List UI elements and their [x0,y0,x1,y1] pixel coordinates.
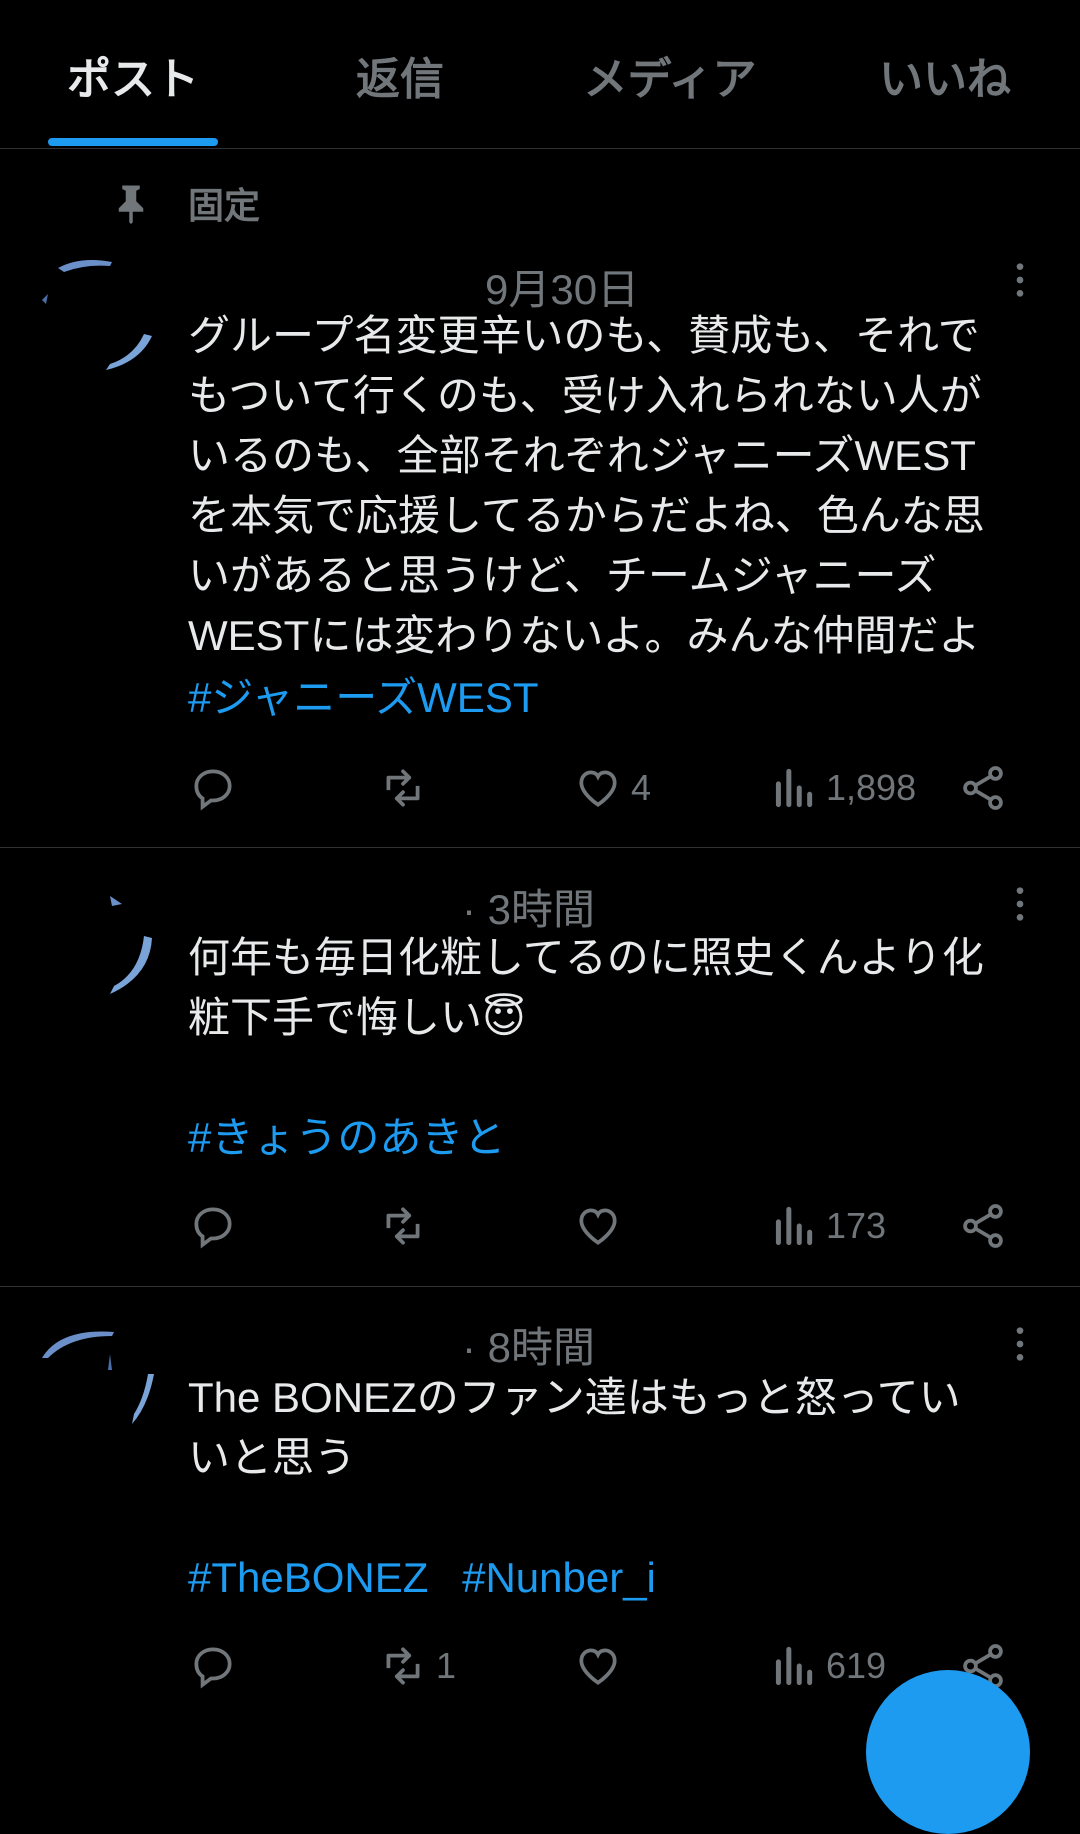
tab-posts[interactable]: ポスト [48,50,218,110]
pin-icon [118,185,144,224]
more-icon[interactable] [1000,884,1040,924]
post-time: · 8時間 [462,1324,596,1371]
pinned-label: 固定 [188,185,261,226]
views-button[interactable]: 173 [768,1196,886,1256]
views-icon [775,1206,813,1246]
share-button[interactable] [958,758,1008,818]
hashtag-link[interactable]: #Nunber_i [462,1554,656,1601]
repost-icon [386,769,420,807]
post-3[interactable]: · 8時間 The BONEZのファン達はもっと怒ってい いと思う #TheBO… [0,1300,1080,1730]
repost-icon [386,1647,420,1685]
repost-button[interactable] [378,1196,436,1256]
post-text: 何年も毎日化粧してるのに照史くんより化 粧下手で悔しい😇 [188,934,984,1041]
repost-button[interactable] [378,758,436,818]
post-hashtags: #ジャニーズWEST [188,668,560,728]
divider [0,847,1080,848]
post-hashtags: #TheBONEZ #Nunber_i [188,1548,678,1608]
tab-likes[interactable]: いいね [840,50,1050,110]
post-1[interactable]: 9月30日 グループ名変更辛いのも、賛成も、それで もついて行くのも、受け入れら… [0,240,1080,846]
post-hashtags: #きょうのあきと [188,1108,527,1168]
post-text: The BONEZのファン達はもっと怒ってい いと思う [188,1374,961,1481]
heart-icon [579,1208,617,1245]
reply-button[interactable] [188,758,246,818]
hashtag-link[interactable]: #TheBONEZ [188,1554,428,1601]
like-button[interactable]: 4 [573,758,651,818]
heart-icon [579,770,617,807]
divider [0,1286,1080,1287]
views-icon [775,768,813,808]
like-button[interactable] [573,1196,631,1256]
reply-button[interactable] [188,1636,246,1696]
views-icon [775,1646,813,1686]
heart-icon [579,1648,617,1685]
views-button[interactable]: 1,898 [768,758,916,818]
hashtag-link[interactable]: #きょうのあきと [188,1114,505,1161]
post-actions: 4 1,898 [188,758,1040,818]
compose-button[interactable] [866,1670,1030,1834]
repost-button[interactable]: 1 [378,1636,456,1696]
avatar[interactable] [40,252,160,372]
like-button[interactable] [573,1636,631,1696]
post-2[interactable]: · 3時間 何年も毎日化粧してるのに照史くんより化 粧下手で悔しい😇 #きょうの… [0,862,1080,1282]
share-button[interactable] [958,1196,1008,1256]
views-button[interactable]: 619 [768,1636,886,1696]
share-icon [963,1204,1003,1248]
more-icon[interactable] [1000,1324,1040,1364]
pinned-indicator: 固定 [110,178,260,228]
reply-icon [194,1207,232,1249]
more-icon[interactable] [1000,260,1040,300]
profile-tabs: ポスト 返信 メディア いいね [0,0,1080,149]
hashtag-link[interactable]: #ジャニーズWEST [188,674,538,721]
avatar[interactable] [40,1314,160,1434]
post-text: グループ名変更辛いのも、賛成も、それで もついて行くのも、受け入れられない人が … [188,312,985,659]
reply-icon [194,769,232,811]
reply-icon [194,1647,232,1689]
reply-button[interactable] [188,1196,246,1256]
repost-icon [386,1207,420,1245]
share-icon [963,766,1003,810]
tab-replies[interactable]: 返信 [300,50,500,110]
post-actions: 173 [188,1196,1040,1256]
tab-media[interactable]: メディア [560,50,780,110]
active-tab-indicator [48,138,218,146]
avatar[interactable] [40,876,160,996]
